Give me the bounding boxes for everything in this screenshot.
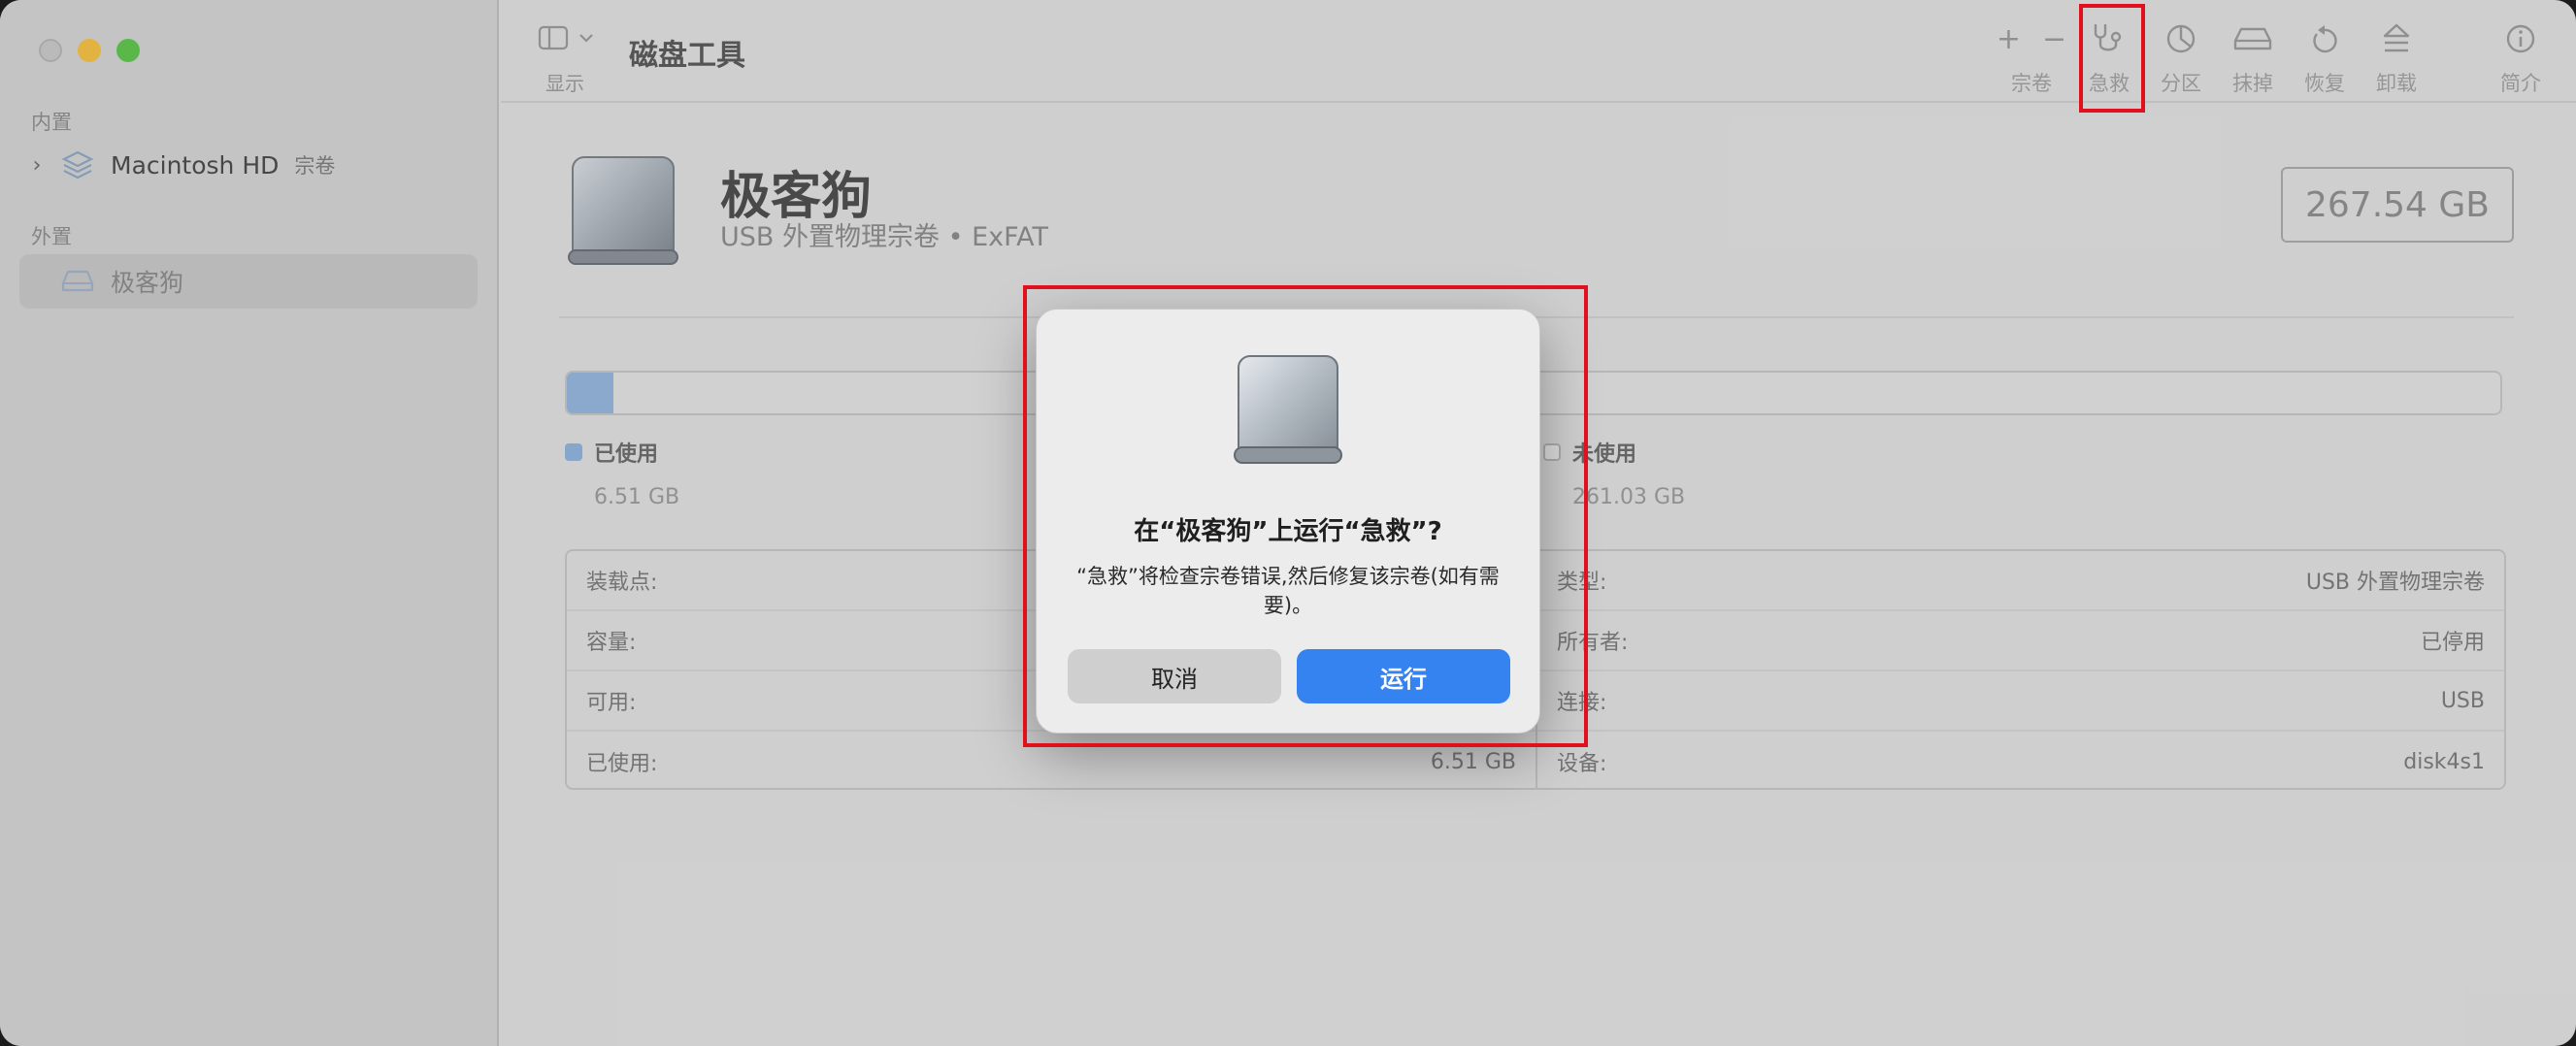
first-aid-highlight-box [2079, 4, 2145, 113]
dialog-highlight-box [1023, 285, 1588, 747]
disk-utility-window: 内置 › Macintosh HD 宗卷 外置 极客狗 显示 磁盘工具 +− [0, 0, 2576, 1046]
